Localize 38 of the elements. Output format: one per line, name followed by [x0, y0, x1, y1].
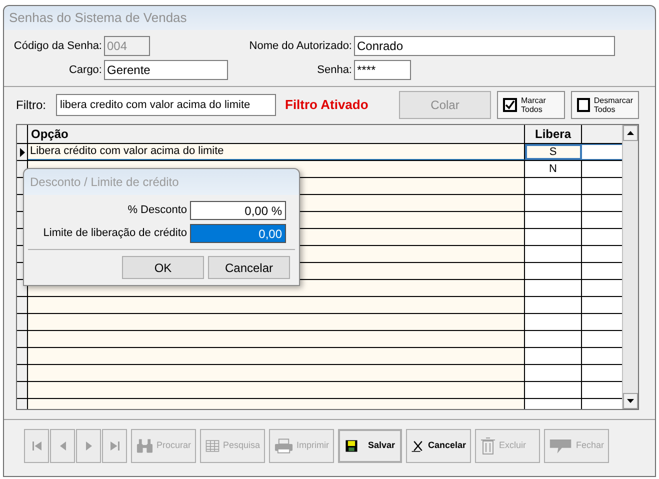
dialog-button[interactable]: OK [122, 256, 204, 279]
field-label: % Desconto [128, 203, 187, 218]
field-label: Limite de liberação de crédito [43, 226, 187, 242]
speech-bubble-icon [549, 437, 573, 455]
scroll-up-icon [627, 131, 634, 135]
filter-field[interactable]: libera credito com valor acima do limite [56, 94, 276, 116]
text-field[interactable]: Gerente [104, 60, 228, 80]
toolbar-button[interactable]: Salvar [338, 429, 402, 463]
trash-icon [480, 437, 496, 455]
field-label: Cargo: [68, 62, 102, 78]
button-label: Marcar Todos [521, 96, 546, 114]
table-icon [205, 438, 220, 454]
close-icon [411, 438, 425, 454]
number-field[interactable]: 0,00 [190, 224, 286, 243]
table-cell: N [525, 161, 582, 177]
filter-label: Filtro: [16, 97, 47, 114]
column-header: Libera [525, 125, 582, 143]
number-field[interactable]: 0,00 % [190, 201, 286, 220]
column-header: Opção [28, 125, 525, 143]
table-cell: Libera crédito com valor acima do limite [28, 144, 525, 160]
scrollbar[interactable] [622, 125, 638, 409]
field-label: Código da Senha: [12, 38, 102, 54]
printer-icon [274, 438, 294, 454]
select-all-button[interactable]: Desmarcar Todos [571, 91, 639, 119]
select-all-button[interactable]: Marcar Todos [497, 91, 565, 119]
field-label: Nome do Autorizado: [248, 38, 352, 54]
field-label: Senha: [316, 62, 352, 78]
button-label: Desmarcar Todos [594, 96, 633, 114]
window-title: Senhas do Sistema de Vendas [4, 6, 655, 30]
filter-status: Filtro Ativado [285, 96, 370, 114]
scroll-down-icon [627, 399, 634, 403]
binoculars-icon [136, 438, 154, 454]
text-field[interactable]: Conrado [354, 36, 615, 56]
toolbar-button[interactable]: Cancelar [406, 429, 471, 463]
dialog-title: Desconto / Limite de crédito [24, 169, 299, 195]
text-field[interactable]: **** [354, 60, 411, 80]
table-cell: S [525, 144, 582, 160]
dialog-button[interactable]: Cancelar [208, 256, 290, 279]
